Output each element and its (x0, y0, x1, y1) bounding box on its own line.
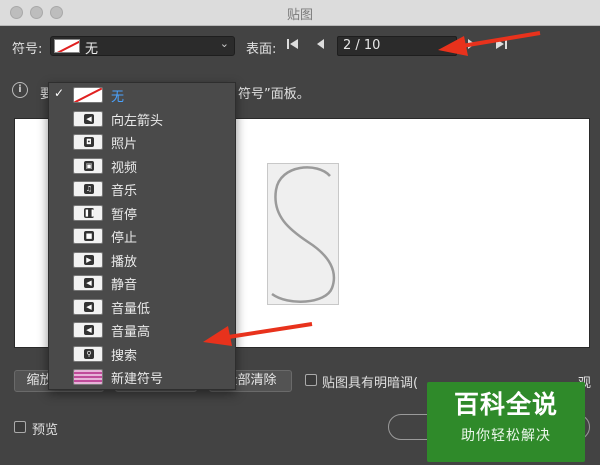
menu-item-play[interactable]: ▶ 播放 (49, 248, 235, 272)
next-surface-icon[interactable] (466, 37, 476, 55)
surface-artwork (267, 163, 339, 305)
info-text-end: 符号”面板。 (238, 87, 310, 102)
mute-symbol-icon: ◀ (73, 275, 103, 291)
map-art-dialog: 符号: 无 ⌄ 表面: 2 / 10 i 要 符号”面板。 缩放以适合 清除 全… (0, 26, 600, 465)
left-arrow-symbol-icon: ◀ (73, 110, 103, 127)
pause-symbol-icon: ❚❚ (73, 204, 103, 221)
video-symbol-icon: ▣ (73, 157, 103, 174)
menu-item-label: 音量低 (111, 301, 151, 317)
music-symbol-icon: ♫ (73, 181, 103, 197)
volume-high-symbol-icon: ◀ (73, 322, 103, 338)
watermark-logo: 百科全说 助你轻松解决 (427, 382, 585, 462)
menu-item-stop[interactable]: ■ 停止 (49, 224, 235, 248)
shade-artwork-checkbox[interactable] (305, 374, 317, 386)
symbol-select[interactable]: 无 ⌄ (50, 36, 235, 57)
symbol-select-value: 无 (85, 42, 99, 57)
symbol-dropdown-menu: ✓ 无 ◀ 向左箭头 ◘ 照片 ▣ 视频 ♫ 音乐 ❚❚ 暂停 ■ 停止 ▶ 播… (48, 82, 236, 390)
new-symbol-icon (73, 369, 103, 385)
menu-item-label: 搜索 (111, 348, 138, 364)
checkmark-icon: ✓ (54, 86, 65, 100)
menu-item-volume-high[interactable]: ◀ 音量高 (49, 318, 235, 342)
symbol-label: 符号: (12, 42, 43, 57)
play-symbol-icon: ▶ (73, 251, 103, 268)
preview-checkbox[interactable] (14, 421, 26, 433)
menu-item-video[interactable]: ▣ 视频 (49, 154, 235, 178)
menu-item-new-symbol[interactable]: 新建符号 (49, 365, 235, 389)
title-bar: 贴图 (0, 0, 600, 26)
search-symbol-icon: ⚲ (73, 345, 103, 362)
shade-artwork-label: 贴图具有明暗调( (322, 376, 419, 391)
preview-label: 预览 (32, 423, 59, 438)
previous-surface-icon[interactable] (316, 37, 326, 55)
menu-item-label: 视频 (111, 160, 138, 176)
volume-low-symbol-icon: ◀ (73, 298, 103, 315)
watermark-line1: 百科全说 (453, 390, 558, 419)
none-swatch-icon (54, 39, 80, 53)
last-surface-icon[interactable] (494, 37, 508, 55)
menu-item-label: 照片 (111, 137, 138, 152)
menu-item-left-arrow[interactable]: ◀ 向左箭头 (49, 107, 235, 131)
menu-item-music[interactable]: ♫ 音乐 (49, 177, 235, 201)
menu-item-label: 暂停 (111, 207, 138, 223)
menu-item-label: 静音 (111, 278, 138, 293)
menu-item-mute[interactable]: ◀ 静音 (49, 271, 235, 295)
first-surface-icon[interactable] (286, 37, 300, 55)
menu-item-photo[interactable]: ◘ 照片 (49, 130, 235, 154)
surface-label: 表面: (246, 42, 277, 57)
s-shape-artwork (271, 166, 336, 303)
menu-item-label: 停止 (111, 231, 138, 246)
menu-item-pause[interactable]: ❚❚ 暂停 (49, 201, 235, 225)
menu-item-none[interactable]: ✓ 无 (49, 83, 235, 107)
menu-item-label: 播放 (111, 254, 138, 270)
info-icon: i (12, 82, 28, 98)
surface-page-field[interactable]: 2 / 10 (337, 36, 457, 56)
menu-item-label: 音量高 (111, 325, 151, 340)
menu-item-volume-low[interactable]: ◀ 音量低 (49, 295, 235, 319)
chevron-down-icon: ⌄ (219, 37, 229, 50)
photo-symbol-icon: ◘ (73, 134, 103, 150)
none-swatch-icon (73, 87, 103, 103)
menu-item-search[interactable]: ⚲ 搜索 (49, 342, 235, 366)
window-title: 贴图 (286, 8, 313, 23)
menu-item-label: 无 (111, 90, 125, 105)
menu-item-label: 向左箭头 (111, 113, 164, 129)
menu-item-label: 音乐 (111, 184, 138, 199)
stop-symbol-icon: ■ (73, 228, 103, 244)
watermark-line2: 助你轻松解决 (461, 428, 551, 444)
menu-item-label: 新建符号 (111, 372, 164, 387)
